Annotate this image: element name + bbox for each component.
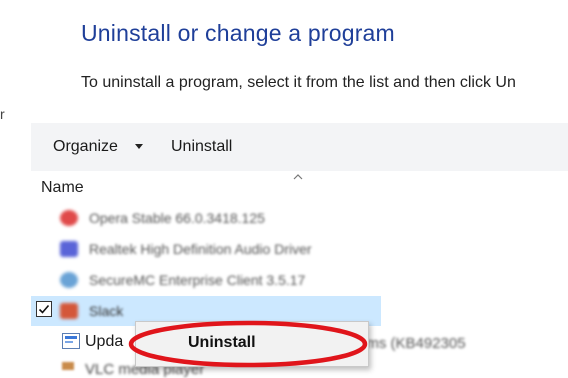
sort-ascending-icon [293, 174, 303, 180]
update-icon [62, 333, 80, 349]
list-item[interactable]: SecureMC Enterprise Client 3.5.17 [31, 265, 568, 295]
command-toolbar: Organize Uninstall [31, 123, 568, 171]
list-item-label: Slack [89, 303, 124, 319]
column-header-name[interactable]: Name [41, 179, 84, 197]
list-item-label[interactable]: Upda [85, 333, 123, 351]
uninstall-button[interactable]: Uninstall [171, 138, 232, 156]
chevron-down-icon[interactable] [135, 144, 143, 149]
left-edge-text: r [0, 106, 5, 122]
list-item-label: Realtek High Definition Audio Driver [89, 241, 312, 257]
list-item[interactable]: Realtek High Definition Audio Driver [31, 234, 568, 264]
highlight-ellipse-annotation [128, 320, 368, 368]
checkmark-icon [38, 304, 50, 314]
vlc-icon [62, 362, 74, 370]
opera-icon [60, 210, 78, 226]
organize-button[interactable]: Organize [53, 138, 118, 156]
row-checkbox[interactable] [36, 301, 52, 317]
slack-icon [60, 303, 78, 319]
page-title: Uninstall or change a program [81, 20, 395, 46]
secure-client-icon [60, 272, 78, 288]
list-item[interactable]: Opera Stable 66.0.3418.125 [31, 203, 568, 233]
page-description: To uninstall a program, select it from t… [81, 74, 516, 91]
realtek-icon [60, 241, 78, 257]
list-item-label: SecureMC Enterprise Client 3.5.17 [89, 272, 306, 288]
list-item-label: Opera Stable 66.0.3418.125 [89, 210, 265, 226]
